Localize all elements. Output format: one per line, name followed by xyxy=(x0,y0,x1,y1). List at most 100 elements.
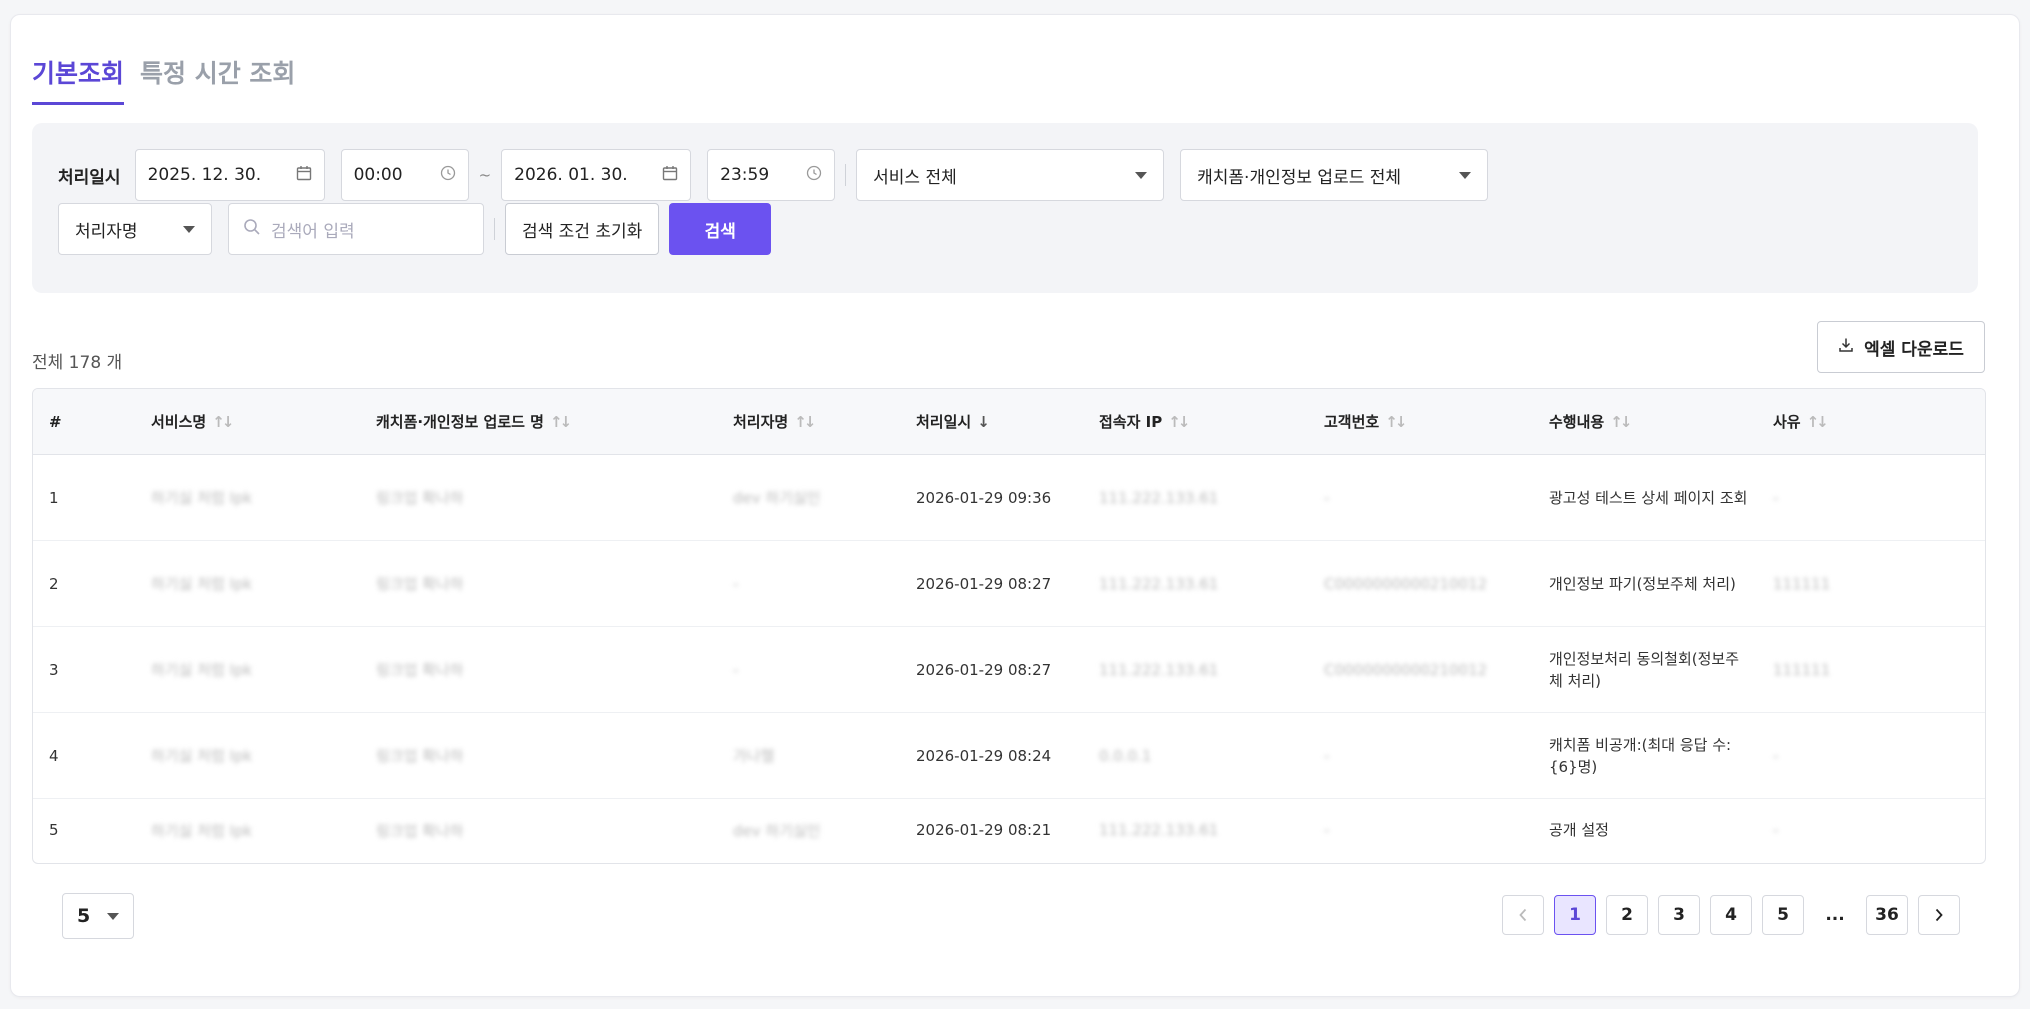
page-size-select[interactable]: 5 xyxy=(62,893,134,939)
start-time-input[interactable]: 00:00 xyxy=(340,149,469,201)
col-header-user[interactable]: 처리자명 ↑↓ xyxy=(733,411,816,432)
start-date-value: 2025. 12. 30. xyxy=(147,165,262,185)
cell-upload: 링크업 확나하 xyxy=(376,747,464,765)
search-button[interactable]: 검색 xyxy=(669,203,772,255)
cell-user: dev 하기싫인 xyxy=(733,489,821,507)
table-row[interactable]: 3 하기싫 처럼 Ipk 링크업 확나하 - 2026-01-29 08:27 … xyxy=(33,627,1985,713)
table-row[interactable]: 2 하기싫 처럼 Ipk 링크업 확나하 - 2026-01-29 08:27 … xyxy=(33,541,1985,627)
cell-ip: 111.222.133.61 xyxy=(1099,488,1219,507)
page-button-4[interactable]: 4 xyxy=(1710,895,1752,935)
cell-user: 가나헬 xyxy=(733,747,775,765)
cell-datetime: 2026-01-29 08:24 xyxy=(916,746,1052,765)
start-time-value: 00:00 xyxy=(353,165,403,185)
calendar-icon[interactable] xyxy=(296,165,312,186)
service-select-value: 서비스 전체 xyxy=(873,167,957,188)
col-header-customer[interactable]: 고객번호 ↑↓ xyxy=(1324,411,1407,432)
cell-service: 하기싫 처럼 Ipk xyxy=(151,747,253,765)
cell-datetime: 2026-01-29 08:27 xyxy=(916,660,1052,679)
cell-datetime: 2026-01-29 09:36 xyxy=(916,488,1052,507)
cell-user: - xyxy=(733,574,739,593)
cell-reason: - xyxy=(1773,488,1779,507)
sort-icon[interactable]: ↑↓ xyxy=(1807,413,1829,431)
chevron-left-icon xyxy=(1519,908,1527,922)
upload-select[interactable]: 캐치폼·개인정보 업로드 전체 xyxy=(1180,149,1489,201)
service-select[interactable]: 서비스 전체 xyxy=(856,149,1165,201)
pagination: 1 2 3 4 5 ... 36 xyxy=(1502,895,1960,935)
end-date-input[interactable]: 2026. 01. 30. xyxy=(501,149,692,201)
page-button-5[interactable]: 5 xyxy=(1762,895,1804,935)
search-field-value: 처리자명 xyxy=(75,221,138,242)
clock-icon[interactable] xyxy=(806,165,822,186)
sort-desc-icon[interactable]: ↓ xyxy=(977,413,990,431)
divider xyxy=(494,218,495,240)
cell-ip: 111.222.133.61 xyxy=(1099,821,1219,839)
filter-row-2: 처리자명 검색어 입력 검색 조건 초기화 검색 xyxy=(58,203,772,255)
cell-ip: 111.222.133.61 xyxy=(1099,574,1219,593)
cell-datetime: 2026-01-29 08:21 xyxy=(916,821,1052,839)
col-header-service[interactable]: 서비스명 ↑↓ xyxy=(151,411,234,432)
cell-action: 캐치폼 비공개:(최대 응답 수: {6}명) xyxy=(1549,735,1732,776)
cell-action: 광고성 테스트 상세 페이지 조회 xyxy=(1549,488,1748,507)
col-header-datetime[interactable]: 처리일시 ↓ xyxy=(916,411,990,432)
prev-page-button[interactable] xyxy=(1502,895,1544,935)
tab-basic-search[interactable]: 기본조회 xyxy=(32,54,125,105)
page-button-3[interactable]: 3 xyxy=(1658,895,1700,935)
cell-no: 5 xyxy=(49,821,59,839)
cell-no: 1 xyxy=(49,488,59,507)
clock-icon[interactable] xyxy=(440,165,456,186)
sort-icon[interactable]: ↑↓ xyxy=(1168,413,1190,431)
cell-reason: - xyxy=(1773,746,1779,765)
sort-icon[interactable]: ↑↓ xyxy=(794,413,816,431)
sort-icon[interactable]: ↑↓ xyxy=(1610,413,1632,431)
sort-icon[interactable]: ↑↓ xyxy=(550,413,572,431)
next-page-button[interactable] xyxy=(1918,895,1960,935)
search-input[interactable]: 검색어 입력 xyxy=(228,203,484,255)
cell-customer: - xyxy=(1324,821,1330,839)
reset-button[interactable]: 검색 조건 초기화 xyxy=(505,203,660,255)
tab-specific-time-search[interactable]: 특정 시간 조회 xyxy=(140,54,295,105)
search-field-select[interactable]: 처리자명 xyxy=(58,203,212,255)
col-header-action[interactable]: 수행내용 ↑↓ xyxy=(1549,411,1632,432)
cell-reason: 111111 xyxy=(1773,660,1831,679)
page-button-36[interactable]: 36 xyxy=(1866,895,1908,935)
excel-download-button[interactable]: 엑셀 다운로드 xyxy=(1817,321,1985,373)
cell-user: dev 하기싫인 xyxy=(733,821,821,840)
page-button-1[interactable]: 1 xyxy=(1554,895,1596,935)
search-placeholder: 검색어 입력 xyxy=(271,221,355,242)
table-row[interactable]: 5 하기싫 처럼 Ipk 링크업 확나하 dev 하기싫인 2026-01-29… xyxy=(33,799,1985,861)
cell-upload: 링크업 확나하 xyxy=(376,575,464,593)
cell-customer: - xyxy=(1324,746,1330,765)
chevron-down-icon xyxy=(1135,171,1148,179)
table-row[interactable]: 4 하기싫 처럼 Ipk 링크업 확나하 가나헬 2026-01-29 08:2… xyxy=(33,713,1985,799)
cell-service: 하기싫 처럼 Ipk xyxy=(151,661,253,679)
col-header-ip[interactable]: 접속자 IP ↑↓ xyxy=(1099,411,1190,432)
sort-icon[interactable]: ↑↓ xyxy=(1385,413,1407,431)
sort-icon[interactable]: ↑↓ xyxy=(212,413,234,431)
chevron-down-icon xyxy=(183,225,195,233)
cell-upload: 링크업 확나하 xyxy=(376,821,464,840)
download-icon xyxy=(1838,337,1854,358)
end-time-input[interactable]: 23:59 xyxy=(707,149,836,201)
cell-no: 4 xyxy=(49,746,59,765)
date-label: 처리일시 xyxy=(58,167,121,188)
col-header-upload[interactable]: 캐치폼·개인정보 업로드 명 ↑↓ xyxy=(376,411,572,432)
calendar-icon[interactable] xyxy=(662,165,678,186)
filter-row-1: 처리일시 2025. 12. 30. 00:00 ~ 2026. 01. 30.… xyxy=(58,149,1489,201)
page-ellipsis: ... xyxy=(1825,905,1845,925)
cell-customer: C0000000000210012 xyxy=(1324,660,1488,679)
divider xyxy=(845,164,847,186)
col-header-no: # xyxy=(49,412,62,431)
start-date-input[interactable]: 2025. 12. 30. xyxy=(134,149,325,201)
page-button-2[interactable]: 2 xyxy=(1606,895,1648,935)
end-time-value: 23:59 xyxy=(720,165,770,185)
cell-customer: C0000000000210012 xyxy=(1324,574,1488,593)
cell-service: 하기싫 처럼 Ipk xyxy=(151,489,253,507)
search-icon xyxy=(243,218,261,241)
col-header-reason[interactable]: 사유 ↑↓ xyxy=(1773,411,1829,432)
chevron-down-icon xyxy=(107,912,119,920)
cell-no: 3 xyxy=(49,660,59,679)
cell-upload: 링크업 확나하 xyxy=(376,489,464,507)
cell-customer: - xyxy=(1324,488,1330,507)
total-count: 전체 178 개 xyxy=(32,353,123,373)
table-row[interactable]: 1 하기싫 처럼 Ipk 링크업 확나하 dev 하기싫인 2026-01-29… xyxy=(33,455,1985,541)
